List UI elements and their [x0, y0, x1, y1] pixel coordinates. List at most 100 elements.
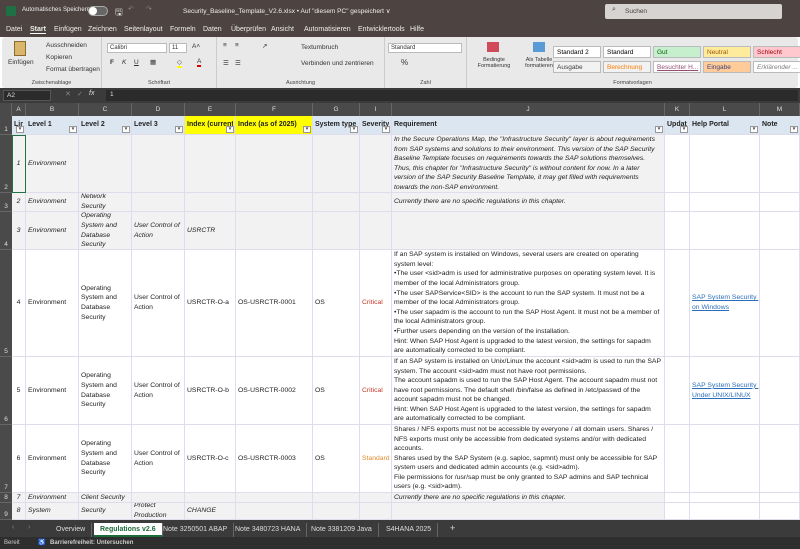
- sheet-tab-overview[interactable]: Overview: [50, 523, 93, 537]
- filter-dropdown-button[interactable]: ▾: [350, 126, 358, 133]
- menu-einfügen[interactable]: Einfügen: [54, 26, 82, 33]
- cell-level-2[interactable]: Security: [79, 503, 132, 520]
- cell-level-1[interactable]: Environment: [26, 250, 79, 357]
- cell-updated[interactable]: [665, 357, 690, 425]
- cell-level-1[interactable]: Environment: [26, 357, 79, 425]
- cell-requirement[interactable]: Currently there are no specific regulati…: [392, 493, 665, 503]
- cell-help-portal[interactable]: [690, 193, 760, 212]
- menu-zeichnen[interactable]: Zeichnen: [88, 26, 117, 33]
- cell-level-3[interactable]: Protect Production: [132, 503, 185, 520]
- cell-line[interactable]: 7: [12, 493, 26, 503]
- cell-index-current[interactable]: USRCTR-O-a: [185, 250, 236, 357]
- row-header[interactable]: 1: [0, 116, 12, 135]
- cell-note[interactable]: [760, 193, 800, 212]
- align-center-icon[interactable]: ☰: [235, 59, 241, 67]
- search-input[interactable]: ⌕ Suchen: [605, 4, 782, 19]
- style-standard-2[interactable]: Standard 2: [553, 46, 601, 58]
- style-eingabe[interactable]: Eingabe: [703, 61, 751, 73]
- cell-index-2025[interactable]: OS-USRCTR-0003: [236, 425, 313, 493]
- cell-index-2025[interactable]: [236, 135, 313, 193]
- format-painter-button[interactable]: Format übertragen: [46, 66, 100, 73]
- cell-index-2025[interactable]: [236, 503, 313, 520]
- number-format-select[interactable]: Standard: [388, 43, 462, 53]
- copy-button[interactable]: Kopieren: [46, 54, 72, 61]
- cell-note[interactable]: [760, 212, 800, 250]
- formula-input[interactable]: 1: [106, 90, 798, 101]
- filter-dropdown-button[interactable]: ▾: [750, 126, 758, 133]
- redo-icon[interactable]: ↷: [146, 5, 152, 13]
- cell-level-1[interactable]: Environment: [26, 425, 79, 493]
- cell-requirement[interactable]: Currently there are no specific regulati…: [392, 193, 665, 212]
- filter-dropdown-button[interactable]: ▾: [226, 126, 234, 133]
- menu-datei[interactable]: Datei: [6, 26, 22, 33]
- filter-dropdown-button[interactable]: ▾: [16, 126, 24, 133]
- cell-level-2[interactable]: [79, 135, 132, 193]
- menu-daten[interactable]: Daten: [203, 26, 222, 33]
- cell-help-portal[interactable]: [690, 503, 760, 520]
- wrap-text-button[interactable]: Textumbruch: [301, 44, 338, 51]
- sheet-tab-s4hana-2025[interactable]: S4HANA 2025: [380, 523, 439, 537]
- filter-dropdown-button[interactable]: ▾: [69, 126, 77, 133]
- menu-automatisieren[interactable]: Automatisieren: [304, 26, 351, 33]
- italic-button[interactable]: K: [122, 59, 126, 66]
- font-size-select[interactable]: 11: [169, 43, 187, 53]
- cell-requirement[interactable]: [392, 503, 665, 520]
- menu-überprüfen[interactable]: Überprüfen: [231, 26, 266, 33]
- sheet-tab-note-3250501-abap[interactable]: Note 3250501 ABAP: [157, 523, 235, 537]
- column-header-I[interactable]: I: [360, 103, 392, 116]
- cell-updated[interactable]: [665, 503, 690, 520]
- cell-note[interactable]: [760, 493, 800, 503]
- cell-index-2025[interactable]: OS-USRCTR-0001: [236, 250, 313, 357]
- filter-dropdown-button[interactable]: ▾: [175, 126, 183, 133]
- cell-updated[interactable]: [665, 135, 690, 193]
- row-header[interactable]: 7: [0, 425, 12, 493]
- add-sheet-icon[interactable]: +: [450, 523, 455, 533]
- cell-requirement[interactable]: Shares / NFS exports must not be accessi…: [392, 425, 665, 493]
- menu-hilfe[interactable]: Hilfe: [410, 26, 424, 33]
- menu-formeln[interactable]: Formeln: [170, 26, 196, 33]
- cell-index-current[interactable]: USRCTR: [185, 212, 236, 250]
- style-schlecht[interactable]: Schlecht: [753, 46, 800, 58]
- cell-requirement[interactable]: If an SAP system is installed on Windows…: [392, 250, 665, 357]
- cell-level-1[interactable]: Environment: [26, 493, 79, 503]
- cell-level-3[interactable]: User Control of Action: [132, 425, 185, 493]
- column-header-G[interactable]: G: [313, 103, 360, 116]
- row-header[interactable]: 9: [0, 503, 12, 520]
- column-header-K[interactable]: K: [665, 103, 690, 116]
- cell-level-3[interactable]: [132, 193, 185, 212]
- row-header[interactable]: 3: [0, 193, 12, 212]
- cell-note[interactable]: [760, 357, 800, 425]
- row-header[interactable]: 2: [0, 135, 12, 193]
- save-icon[interactable]: 🖫: [115, 5, 123, 21]
- cell-level-3[interactable]: User Control of Action: [132, 250, 185, 357]
- cancel-icon[interactable]: ✕: [65, 90, 71, 98]
- menu-seitenlayout[interactable]: Seitenlayout: [124, 26, 163, 33]
- column-header-J[interactable]: J: [392, 103, 665, 116]
- menu-start[interactable]: Start: [30, 26, 46, 34]
- cell-line[interactable]: 2: [12, 193, 26, 212]
- grow-font-icon[interactable]: A˄: [192, 43, 200, 50]
- cell-level-2[interactable]: Operating System and Database Security: [79, 212, 132, 250]
- align-top-icon[interactable]: ≡: [223, 42, 227, 49]
- help-portal-link[interactable]: SAP System Security Under UNIX/LINUX: [692, 381, 757, 400]
- cell-line[interactable]: 6: [12, 425, 26, 493]
- column-header-B[interactable]: B: [26, 103, 79, 116]
- cell-system-type[interactable]: [313, 193, 360, 212]
- cell-index-2025[interactable]: [236, 193, 313, 212]
- cell-help-portal[interactable]: [690, 493, 760, 503]
- cell-level-1[interactable]: System: [26, 503, 79, 520]
- paste-button[interactable]: Einfügen: [8, 59, 34, 66]
- sheet-tab-regulations-v2-6[interactable]: Regulations v2.6: [94, 523, 163, 537]
- filter-dropdown-button[interactable]: ▾: [303, 126, 311, 133]
- cell-level-2[interactable]: Operating System and Database Security: [79, 425, 132, 493]
- cell-level-3[interactable]: User Control of Action: [132, 357, 185, 425]
- row-header[interactable]: 6: [0, 357, 12, 425]
- cell-line[interactable]: 4: [12, 250, 26, 357]
- style-besuchter-h-[interactable]: Besuchter H...: [653, 61, 701, 73]
- cell-severity[interactable]: Critical: [360, 357, 392, 425]
- font-color-icon[interactable]: A: [197, 58, 202, 67]
- column-header-E[interactable]: E: [185, 103, 236, 116]
- percent-icon[interactable]: %: [401, 58, 408, 67]
- name-box[interactable]: A2: [3, 90, 51, 101]
- cell-system-type[interactable]: [313, 493, 360, 503]
